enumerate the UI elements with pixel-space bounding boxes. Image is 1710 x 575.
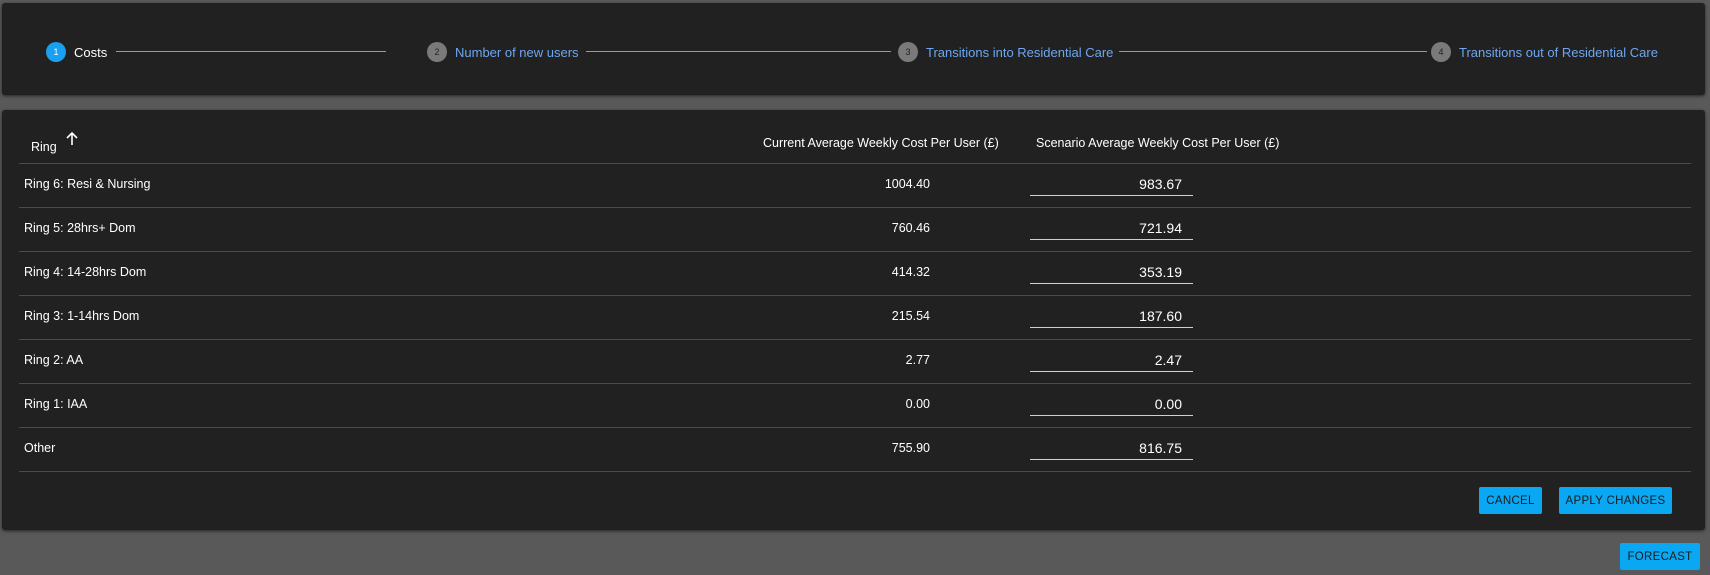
column-header-ring[interactable]: Ring [31, 140, 57, 154]
step-number-circle: 3 [898, 42, 918, 62]
step-transitions-out-of-residential-care[interactable]: 4 Transitions out of Residential Care [1431, 41, 1658, 63]
column-header-scenario-cost[interactable]: Scenario Average Weekly Cost Per User (£… [1036, 136, 1279, 150]
forecast-button[interactable]: FORECAST [1620, 543, 1700, 570]
scenario-cost-input[interactable]: 2.47 [1030, 348, 1193, 372]
column-header-current-cost[interactable]: Current Average Weekly Cost Per User (£) [763, 136, 999, 150]
current-cost-value: 2.77 [905, 353, 930, 367]
scenario-cost-input[interactable]: 816.75 [1030, 436, 1193, 460]
costs-table-panel: Ring Current Average Weekly Cost Per Use… [2, 110, 1705, 530]
step-number-circle: 2 [427, 42, 447, 62]
ring-name: Ring 4: 14-28hrs Dom [24, 265, 147, 279]
current-cost-value: 760.46 [891, 221, 930, 235]
step-costs[interactable]: 1 Costs [46, 41, 107, 63]
step-transitions-into-residential-care[interactable]: 3 Transitions into Residential Care [898, 41, 1113, 63]
step-connector [586, 51, 891, 52]
arrow-up-icon[interactable] [64, 131, 80, 147]
step-label: Transitions into Residential Care [926, 44, 1114, 60]
current-cost-value: 0.00 [905, 397, 930, 411]
row-divider [19, 427, 1691, 428]
current-cost-value: 414.32 [891, 265, 930, 279]
scenario-cost-input[interactable]: 0.00 [1030, 392, 1193, 416]
scenario-cost-input[interactable]: 721.94 [1030, 216, 1193, 240]
step-label: Number of new users [455, 44, 579, 60]
scenario-cost-input[interactable]: 353.19 [1030, 260, 1193, 284]
step-connector [1119, 51, 1427, 52]
ring-name: Other [24, 441, 56, 455]
ring-name: Ring 5: 28hrs+ Dom [24, 221, 136, 235]
ring-name: Ring 1: IAA [24, 397, 88, 411]
current-cost-value: 755.90 [891, 441, 930, 455]
row-divider [19, 383, 1691, 384]
current-cost-value: 215.54 [891, 309, 930, 323]
step-number-of-new-users[interactable]: 2 Number of new users [427, 41, 579, 63]
apply-changes-button[interactable]: APPLY CHANGES [1559, 487, 1672, 514]
step-label: Transitions out of Residential Care [1459, 44, 1658, 60]
row-divider [19, 471, 1691, 472]
step-number-circle: 1 [46, 42, 66, 62]
ring-name: Ring 3: 1-14hrs Dom [24, 309, 140, 323]
step-label: Costs [74, 44, 108, 60]
current-cost-value: 1004.40 [884, 177, 930, 191]
row-divider [19, 339, 1691, 340]
header-divider [19, 163, 1691, 164]
step-number-circle: 4 [1431, 42, 1451, 62]
ring-name: Ring 2: AA [24, 353, 84, 367]
ring-name: Ring 6: Resi & Nursing [24, 177, 151, 191]
scenario-cost-input[interactable]: 983.67 [1030, 172, 1193, 196]
row-divider [19, 207, 1691, 208]
row-divider [19, 251, 1691, 252]
cancel-button[interactable]: CANCEL [1479, 487, 1542, 514]
scenario-cost-input[interactable]: 187.60 [1030, 304, 1193, 328]
row-divider [19, 295, 1691, 296]
stepper-panel: 1 Costs 2 Number of new users 3 Transiti… [2, 3, 1705, 95]
step-connector [116, 51, 386, 52]
